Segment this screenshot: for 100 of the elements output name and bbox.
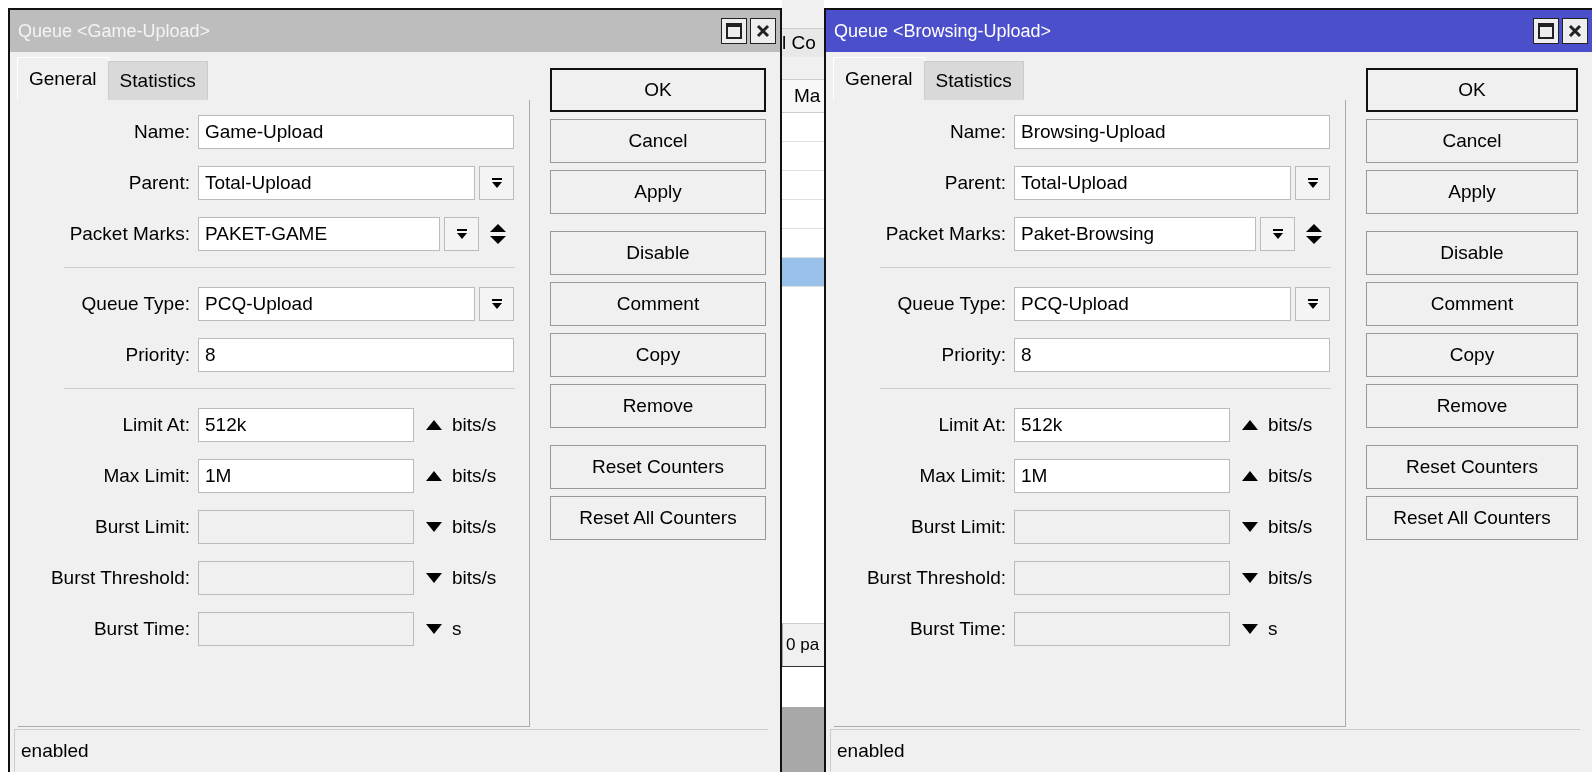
dropdown-arrow-icon bbox=[490, 297, 503, 310]
field-label: Name: bbox=[949, 120, 1007, 143]
dropdown-button[interactable] bbox=[1260, 216, 1295, 251]
field-label: Burst Threshold: bbox=[865, 566, 1007, 589]
down-arrow-icon[interactable] bbox=[1242, 623, 1258, 634]
unit-label: bits/s bbox=[1268, 413, 1313, 436]
unit-label: bits/s bbox=[452, 515, 497, 538]
dialog-button[interactable]: Disable bbox=[550, 231, 766, 275]
field-label: Queue Type: bbox=[896, 292, 1007, 315]
down-arrow-icon[interactable] bbox=[1242, 572, 1258, 583]
dropdown-field[interactable]: PAKET-GAME bbox=[198, 216, 440, 251]
input-field[interactable]: 1M bbox=[198, 458, 414, 493]
dialog-button[interactable]: Comment bbox=[550, 282, 766, 326]
input-field[interactable] bbox=[1014, 560, 1230, 595]
field-label: Burst Time: bbox=[908, 617, 1007, 640]
dropdown-field[interactable]: Total-Upload bbox=[198, 165, 475, 200]
maximize-icon bbox=[1538, 23, 1554, 39]
up-down-arrows-icon[interactable] bbox=[489, 222, 507, 245]
close-icon bbox=[756, 24, 770, 38]
close-button[interactable] bbox=[1562, 18, 1588, 44]
dropdown-arrow-icon bbox=[455, 227, 468, 240]
field-label: Max Limit: bbox=[918, 464, 1007, 487]
input-field[interactable] bbox=[198, 509, 414, 544]
field-label: Parent: bbox=[943, 171, 1007, 194]
dialog-button[interactable]: Apply bbox=[1366, 170, 1578, 214]
window-title: Queue <Browsing-Upload> bbox=[834, 20, 1053, 42]
input-field[interactable]: 1M bbox=[1014, 458, 1230, 493]
dialog-button[interactable]: Reset Counters bbox=[550, 445, 766, 489]
text-field[interactable]: Browsing-Upload bbox=[1014, 114, 1330, 149]
input-field[interactable] bbox=[1014, 509, 1230, 544]
field-label: Name: bbox=[133, 120, 191, 143]
dropdown-field[interactable]: Paket-Browsing bbox=[1014, 216, 1256, 251]
field-label: Packet Marks: bbox=[884, 222, 1007, 245]
tab[interactable]: General bbox=[833, 57, 925, 100]
dropdown-arrow-icon bbox=[1306, 176, 1319, 189]
dropdown-button[interactable] bbox=[444, 216, 479, 251]
up-arrow-icon[interactable] bbox=[1242, 419, 1258, 430]
dropdown-button[interactable] bbox=[479, 286, 514, 321]
dialog-button[interactable]: Comment bbox=[1366, 282, 1578, 326]
field-label: Burst Limit: bbox=[93, 515, 191, 538]
unit-label: s bbox=[1268, 617, 1278, 640]
field-label: Parent: bbox=[127, 171, 191, 194]
dialog-button[interactable]: Reset All Counters bbox=[550, 496, 766, 540]
up-arrow-icon[interactable] bbox=[1242, 470, 1258, 481]
input-field[interactable] bbox=[198, 611, 414, 646]
dialog-button[interactable]: Reset Counters bbox=[1366, 445, 1578, 489]
field-label: Priority: bbox=[940, 343, 1007, 366]
dropdown-field[interactable]: PCQ-Upload bbox=[198, 286, 475, 321]
text-field[interactable]: Game-Upload bbox=[198, 114, 514, 149]
dialog-button[interactable]: Cancel bbox=[550, 119, 766, 163]
tab[interactable]: Statistics bbox=[107, 61, 208, 100]
status-bar: enabled bbox=[830, 729, 1580, 772]
field-label: Max Limit: bbox=[102, 464, 191, 487]
tab[interactable]: Statistics bbox=[923, 61, 1024, 100]
unit-label: bits/s bbox=[452, 413, 497, 436]
dialog-button[interactable]: Cancel bbox=[1366, 119, 1578, 163]
field-label: Packet Marks: bbox=[68, 222, 191, 245]
field-label: Burst Time: bbox=[92, 617, 191, 640]
dropdown-field[interactable]: Total-Upload bbox=[1014, 165, 1291, 200]
text-field[interactable]: 8 bbox=[198, 337, 514, 372]
down-arrow-icon[interactable] bbox=[426, 521, 442, 532]
input-field[interactable]: 512k bbox=[198, 407, 414, 442]
dialog-button[interactable]: OK bbox=[550, 68, 766, 112]
dropdown-arrow-icon bbox=[1306, 297, 1319, 310]
text-field[interactable]: 8 bbox=[1014, 337, 1330, 372]
field-label: Burst Threshold: bbox=[49, 566, 191, 589]
input-field[interactable]: 512k bbox=[1014, 407, 1230, 442]
field-label: Priority: bbox=[124, 343, 191, 366]
tab[interactable]: General bbox=[17, 57, 109, 100]
up-arrow-icon[interactable] bbox=[426, 470, 442, 481]
up-arrow-icon[interactable] bbox=[426, 419, 442, 430]
field-label: Limit At: bbox=[121, 413, 191, 436]
maximize-button[interactable] bbox=[1533, 18, 1559, 44]
down-arrow-icon[interactable] bbox=[426, 572, 442, 583]
dialog-button[interactable]: Remove bbox=[550, 384, 766, 428]
dialog-button[interactable]: Remove bbox=[1366, 384, 1578, 428]
dialog-button[interactable]: Reset All Counters bbox=[1366, 496, 1578, 540]
dropdown-button[interactable] bbox=[1295, 286, 1330, 321]
dialog-button[interactable]: Copy bbox=[550, 333, 766, 377]
input-field[interactable] bbox=[1014, 611, 1230, 646]
dialog-button[interactable]: Disable bbox=[1366, 231, 1578, 275]
status-bar: enabled bbox=[14, 729, 768, 772]
empty-panel bbox=[782, 666, 824, 707]
dropdown-field[interactable]: PCQ-Upload bbox=[1014, 286, 1291, 321]
field-label: Burst Limit: bbox=[909, 515, 1007, 538]
up-down-arrows-icon[interactable] bbox=[1305, 222, 1323, 245]
dialog-button[interactable]: Apply bbox=[550, 170, 766, 214]
column-header[interactable]: Ma bbox=[782, 79, 824, 113]
dialog-button[interactable]: OK bbox=[1366, 68, 1578, 112]
unit-label: bits/s bbox=[1268, 464, 1313, 487]
dropdown-button[interactable] bbox=[1295, 165, 1330, 200]
down-arrow-icon[interactable] bbox=[1242, 521, 1258, 532]
field-label: Limit At: bbox=[937, 413, 1007, 436]
tab[interactable]: l Co bbox=[782, 28, 824, 57]
dialog-button[interactable]: Copy bbox=[1366, 333, 1578, 377]
unit-label: bits/s bbox=[1268, 566, 1313, 589]
input-field[interactable] bbox=[198, 560, 414, 595]
unit-label: bits/s bbox=[452, 566, 497, 589]
dropdown-button[interactable] bbox=[479, 165, 514, 200]
down-arrow-icon[interactable] bbox=[426, 623, 442, 634]
